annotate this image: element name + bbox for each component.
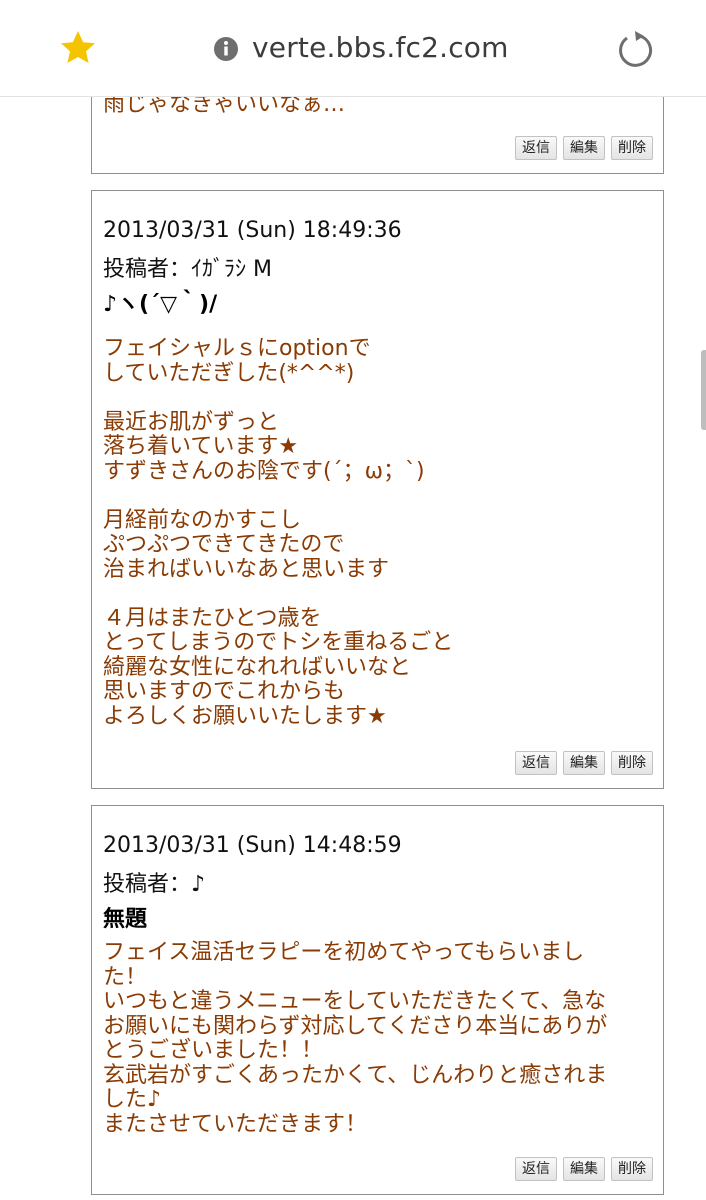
post-body: フェイス温活セラピーを初めてやってもらいまし た！ いつもと違うメニューをしてい… (103, 940, 608, 1137)
browser-url-bar: verte.bbs.fc2.com (0, 0, 706, 97)
delete-button[interactable]: 削除 (611, 1157, 653, 1181)
bookmark-star-icon[interactable] (58, 28, 98, 68)
reply-button[interactable]: 返信 (515, 751, 557, 775)
scroll-indicator[interactable] (701, 350, 706, 430)
edit-button[interactable]: 編集 (563, 1157, 605, 1181)
url-text[interactable]: verte.bbs.fc2.com (252, 28, 509, 68)
delete-button[interactable]: 削除 (611, 751, 653, 775)
post-actions: 返信 編集 削除 (515, 751, 653, 775)
delete-button[interactable]: 削除 (611, 136, 653, 160)
post-author: 投稿者：♪ (103, 872, 206, 897)
edit-button[interactable]: 編集 (563, 751, 605, 775)
post-subject: 無題 (103, 907, 148, 932)
reply-button[interactable]: 返信 (515, 136, 557, 160)
post-subject: ♪ヽ(´▽｀)/ (103, 292, 218, 317)
post-card: 2013/03/31 (Sun) 14:48:59 投稿者：♪ 無題 フェイス温… (91, 805, 664, 1195)
post-body: フェイシャルｓにoptionで していただぎした(*^^*) 最近お肌がずっと … (103, 336, 454, 729)
reply-button[interactable]: 返信 (515, 1157, 557, 1181)
post-actions: 返信 編集 削除 (515, 136, 653, 160)
site-info-icon[interactable] (213, 36, 239, 62)
post-date: 2013/03/31 (Sun) 18:49:36 (103, 218, 402, 243)
post-actions: 返信 編集 削除 (515, 1157, 653, 1181)
post-author: 投稿者：ｲｶﾞﾗｼ M (103, 257, 272, 282)
reload-icon[interactable] (614, 29, 654, 69)
post-card: 2013/03/31 (Sun) 18:49:36 投稿者：ｲｶﾞﾗｼ M ♪ヽ… (91, 190, 664, 789)
post-date: 2013/03/31 (Sun) 14:48:59 (103, 833, 402, 858)
edit-button[interactable]: 編集 (563, 136, 605, 160)
